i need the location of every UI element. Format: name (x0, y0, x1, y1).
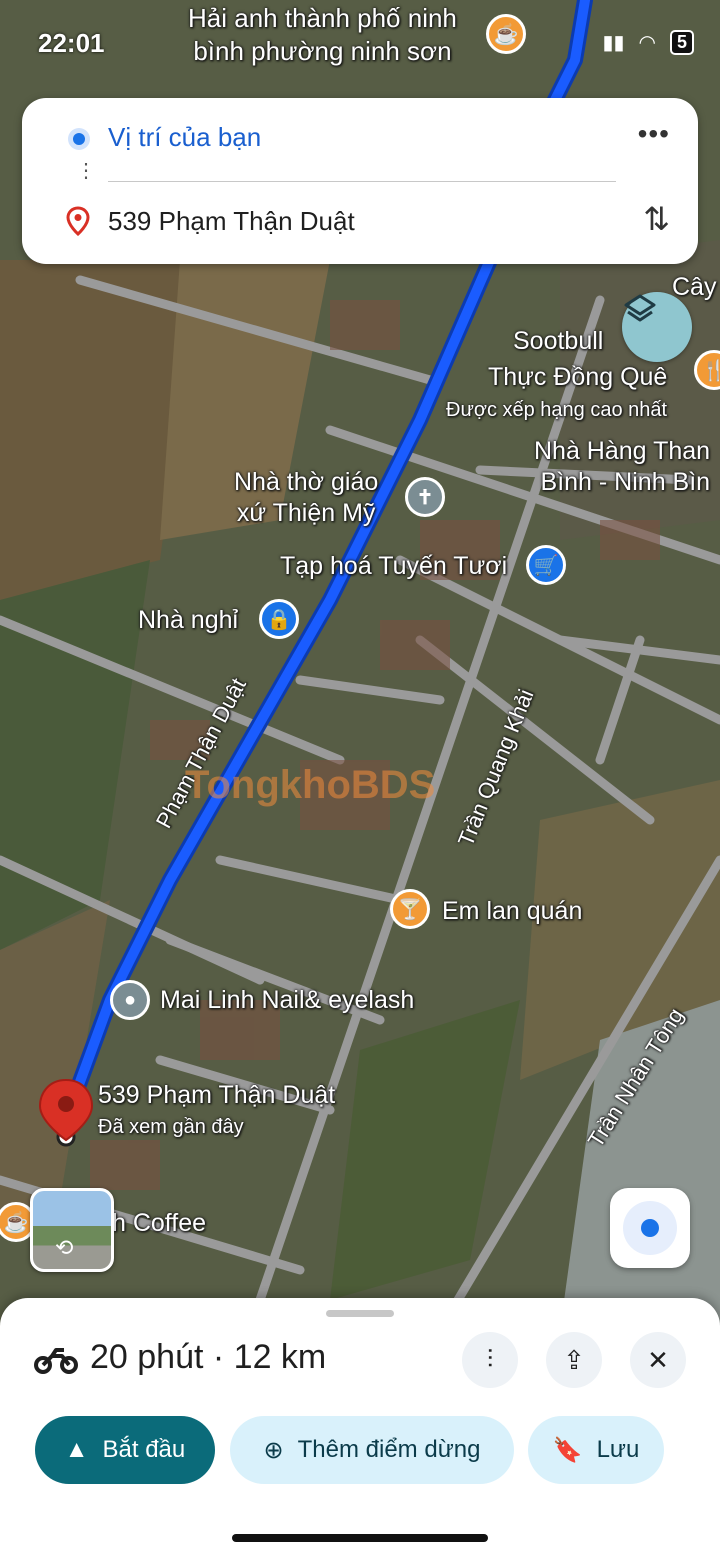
swap-icon[interactable]: ⇅ (643, 200, 670, 238)
service-poi-icon[interactable]: ● (110, 980, 150, 1020)
bookmark-icon: 🔖 (552, 1436, 583, 1464)
start-button[interactable]: ▲ Bắt đầu (35, 1416, 215, 1484)
signal-icon: ▮▮ (602, 32, 625, 54)
route-dots-icon: ⋮ (76, 160, 96, 182)
label-destination-sub: Đã xem gần đây (98, 1116, 244, 1138)
divider (108, 181, 616, 182)
shopping-poi-icon[interactable]: 🛒 (526, 545, 566, 585)
my-location-button[interactable] (610, 1188, 690, 1268)
share-icon: ⇪ (563, 1344, 585, 1375)
layers-button[interactable] (622, 292, 692, 362)
label-thuc-dong-que[interactable]: Thực Đồng Quê (488, 362, 667, 393)
share-button[interactable]: ⇪ (546, 1332, 602, 1388)
save-label: Lưu (596, 1436, 640, 1463)
status-time: 22:01 (38, 28, 105, 58)
start-label: Bắt đầu (102, 1436, 186, 1463)
label-destination-title[interactable]: 539 Phạm Thận Duật (98, 1080, 335, 1111)
destination-field[interactable]: 539 Phạm Thận Duật (108, 206, 355, 237)
close-button[interactable]: ✕ (630, 1332, 686, 1388)
church-poi-icon[interactable]: ✝ (405, 477, 445, 517)
label-hai-anh[interactable]: Hải anh thành phố ninh bình phường ninh … (188, 2, 457, 67)
layers-icon (624, 294, 656, 322)
eta-summary: 20 phút · 12 km (90, 1338, 327, 1376)
add-stop-label: Thêm điểm dừng (297, 1436, 481, 1463)
label-em-lan-quan[interactable]: Em lan quán (442, 896, 582, 927)
street-view-thumbnail[interactable]: ⟲ (30, 1188, 114, 1272)
directions-bottom-sheet: 20 phút · 12 km ⫶ ⇪ ✕ ▲ Bắt đầu ⊕ Thêm đ… (0, 1298, 720, 1558)
label-tap-hoa[interactable]: Tạp hoá Tuyến Tươi (280, 551, 507, 582)
more-options-icon[interactable]: ••• (638, 118, 670, 150)
route-card: Vị trí của bạn ⋮ 539 Phạm Thận Duật ••• … (22, 98, 698, 264)
bar-poi-icon[interactable]: 🍸 (390, 889, 430, 929)
wifi-icon: ◠ (638, 32, 656, 54)
label-coffee[interactable]: h Coffee (112, 1208, 206, 1239)
drag-handle[interactable] (326, 1310, 394, 1317)
location-dot-icon (623, 1201, 677, 1255)
battery-indicator: 5 (669, 30, 694, 55)
home-indicator (232, 1534, 488, 1542)
label-rated: Được xếp hạng cao nhất (446, 399, 668, 421)
route-options-button[interactable]: ⫶ (462, 1332, 518, 1388)
sliders-icon: ⫶ (486, 1344, 494, 1374)
cafe-poi-icon[interactable]: ☕ (486, 14, 526, 54)
add-stop-button[interactable]: ⊕ Thêm điểm dừng (230, 1416, 514, 1484)
watermark: TongkhoBDS (185, 763, 436, 807)
save-button[interactable]: 🔖 Lưu (528, 1416, 664, 1484)
origin-dot-icon (68, 128, 90, 150)
destination-pin-outline-icon (66, 206, 90, 236)
label-mai-linh[interactable]: Mai Linh Nail& eyelash (160, 985, 414, 1016)
motorbike-icon (34, 1348, 78, 1374)
navigation-arrow-icon: ▲ (64, 1436, 89, 1463)
label-nha-nghi[interactable]: Nhà nghỉ (138, 605, 238, 636)
origin-field[interactable]: Vị trí của bạn (108, 122, 261, 153)
label-nha-hang[interactable]: Nhà Hàng Than Bình - Ninh Bìn (534, 436, 710, 499)
status-icons: ▮▮ ◠ 5 (603, 30, 694, 55)
hotel-poi-icon[interactable]: 🔒 (259, 599, 299, 639)
add-location-icon: ⊕ (263, 1436, 284, 1464)
label-sootbull[interactable]: Sootbull (513, 326, 603, 357)
close-icon: ✕ (647, 1344, 669, 1375)
label-nha-tho[interactable]: Nhà thờ giáo xứ Thiện Mỹ (234, 467, 378, 530)
rotate-icon: ⟲ (55, 1235, 74, 1260)
